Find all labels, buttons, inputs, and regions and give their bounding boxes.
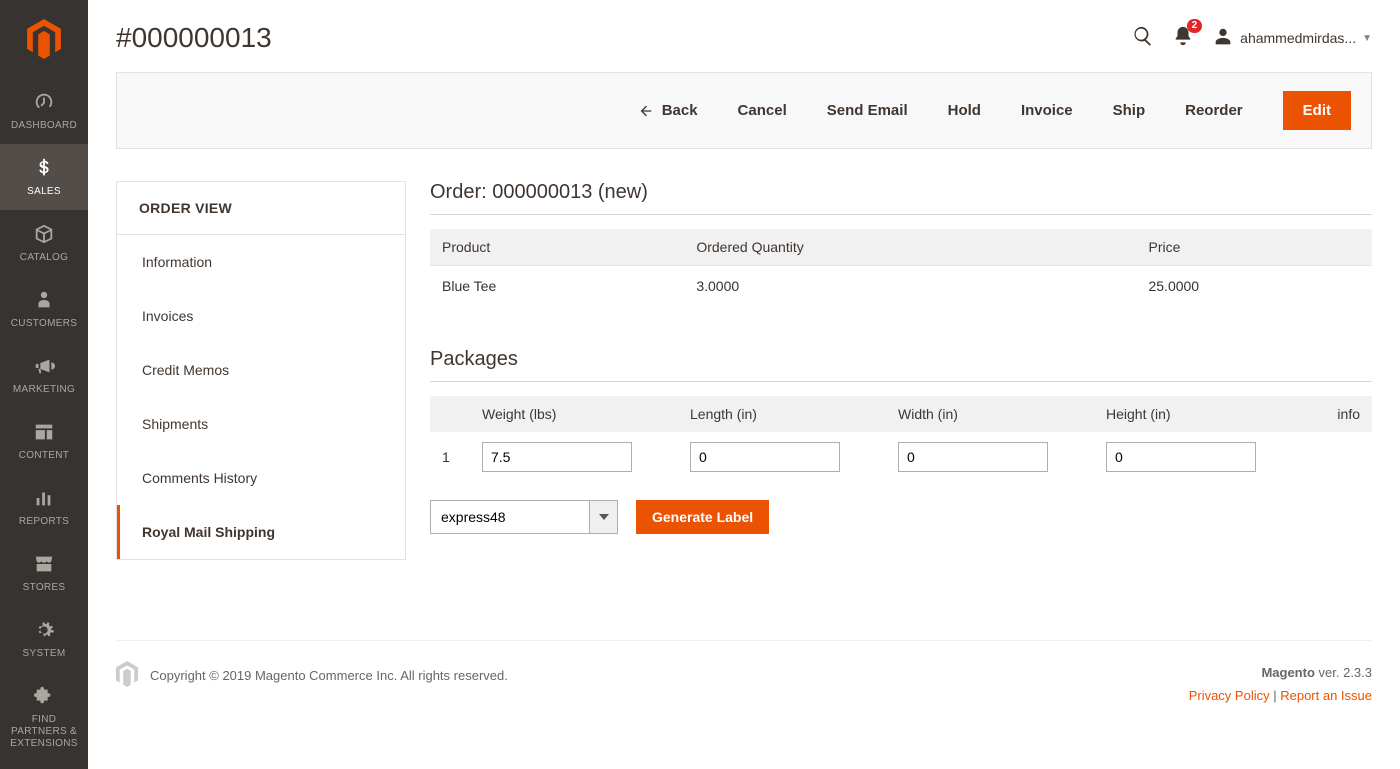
tab-information[interactable]: Information (117, 235, 405, 289)
person-icon (32, 288, 56, 312)
order-items-table: Product Ordered Quantity Price Blue Tee … (430, 229, 1372, 306)
main-content: Order: 000000013 (new) Product Ordered Q… (430, 181, 1372, 534)
footer-logo-icon (116, 661, 138, 690)
report-issue-link[interactable]: Report an Issue (1280, 688, 1372, 703)
header-actions: 2 ahammedmirdas... ▼ (1132, 25, 1372, 52)
search-icon[interactable] (1132, 25, 1154, 52)
nav-sales[interactable]: SALES (0, 144, 88, 210)
privacy-policy-link[interactable]: Privacy Policy (1189, 688, 1270, 703)
reorder-button[interactable]: Reorder (1185, 102, 1243, 119)
col-qty: Ordered Quantity (684, 229, 1136, 266)
service-input[interactable] (430, 500, 590, 534)
tab-invoices[interactable]: Invoices (117, 289, 405, 343)
col-weight: Weight (lbs) (470, 396, 678, 432)
send-email-button[interactable]: Send Email (827, 102, 908, 119)
nav-content[interactable]: CONTENT (0, 408, 88, 474)
height-input[interactable] (1106, 442, 1256, 472)
gauge-icon (32, 90, 56, 114)
package-row: 1 (430, 432, 1372, 482)
nav-stores[interactable]: STORES (0, 540, 88, 606)
generate-label-button[interactable]: Generate Label (636, 500, 769, 534)
order-section-title: Order: 000000013 (new) (430, 181, 1372, 215)
nav-customers[interactable]: CUSTOMERS (0, 276, 88, 342)
megaphone-icon (32, 354, 56, 378)
order-action-bar: Back Cancel Send Email Hold Invoice Ship… (116, 72, 1372, 149)
ship-button[interactable]: Ship (1113, 102, 1146, 119)
weight-input[interactable] (482, 442, 632, 472)
packages-section-title: Packages (430, 348, 1372, 382)
username-label: ahammedmirdas... (1240, 30, 1356, 46)
cell-product: Blue Tee (430, 266, 684, 307)
col-price: Price (1136, 229, 1372, 266)
arrow-left-icon (638, 103, 654, 119)
footer-brand: Magento (1261, 665, 1314, 680)
gear-icon (32, 618, 56, 642)
order-view-header: ORDER VIEW (117, 182, 405, 235)
notification-badge: 2 (1187, 19, 1203, 33)
cell-price: 25.0000 (1136, 266, 1372, 307)
tab-credit-memos[interactable]: Credit Memos (117, 343, 405, 397)
page-title: #000000013 (116, 22, 272, 54)
copyright-text: Copyright © 2019 Magento Commerce Inc. A… (150, 668, 508, 683)
puzzle-icon (32, 684, 56, 708)
nav-marketing[interactable]: MARKETING (0, 342, 88, 408)
back-button[interactable]: Back (638, 102, 698, 119)
width-input[interactable] (898, 442, 1048, 472)
service-dropdown-button[interactable] (590, 500, 618, 534)
nav-system[interactable]: SYSTEM (0, 606, 88, 672)
packages-table: Weight (lbs) Length (in) Width (in) Heig… (430, 396, 1372, 482)
user-menu[interactable]: ahammedmirdas... ▼ (1212, 26, 1372, 51)
invoice-button[interactable]: Invoice (1021, 102, 1073, 119)
tab-comments-history[interactable]: Comments History (117, 451, 405, 505)
bars-icon (32, 486, 56, 510)
order-view-tabs: ORDER VIEW Information Invoices Credit M… (116, 181, 406, 560)
nav-reports[interactable]: REPORTS (0, 474, 88, 540)
length-input[interactable] (690, 442, 840, 472)
table-row: Blue Tee 3.0000 25.0000 (430, 266, 1372, 307)
hold-button[interactable]: Hold (948, 102, 981, 119)
notification-icon[interactable]: 2 (1172, 25, 1194, 52)
magento-logo[interactable] (0, 0, 88, 78)
store-icon (32, 552, 56, 576)
edit-button[interactable]: Edit (1283, 91, 1351, 130)
col-info: info (1302, 396, 1372, 432)
nav-catalog[interactable]: CATALOG (0, 210, 88, 276)
col-idx (430, 396, 470, 432)
cell-qty: 3.0000 (684, 266, 1136, 307)
page-footer: Copyright © 2019 Magento Commerce Inc. A… (116, 640, 1372, 738)
nav-dashboard[interactable]: DASHBOARD (0, 78, 88, 144)
col-product: Product (430, 229, 684, 266)
user-icon (1212, 26, 1234, 51)
cancel-button[interactable]: Cancel (738, 102, 787, 119)
caret-down-icon: ▼ (1362, 33, 1372, 44)
cell-idx: 1 (430, 432, 470, 482)
dollar-icon (32, 156, 56, 180)
admin-sidebar: DASHBOARD SALES CATALOG CUSTOMERS MARKET… (0, 0, 88, 769)
page-header: #000000013 2 ahammedmirdas... ▼ (116, 0, 1372, 72)
footer-version: ver. 2.3.3 (1315, 665, 1372, 680)
box-icon (32, 222, 56, 246)
tab-shipments[interactable]: Shipments (117, 397, 405, 451)
col-length: Length (in) (678, 396, 886, 432)
col-width: Width (in) (886, 396, 1094, 432)
package-controls: Generate Label (430, 500, 1372, 534)
nav-partners[interactable]: FIND PARTNERS & EXTENSIONS (0, 672, 88, 762)
col-height: Height (in) (1094, 396, 1302, 432)
tab-royal-mail-shipping[interactable]: Royal Mail Shipping (117, 505, 405, 559)
caret-down-icon (599, 512, 609, 522)
layout-icon (32, 420, 56, 444)
service-combo (430, 500, 618, 534)
